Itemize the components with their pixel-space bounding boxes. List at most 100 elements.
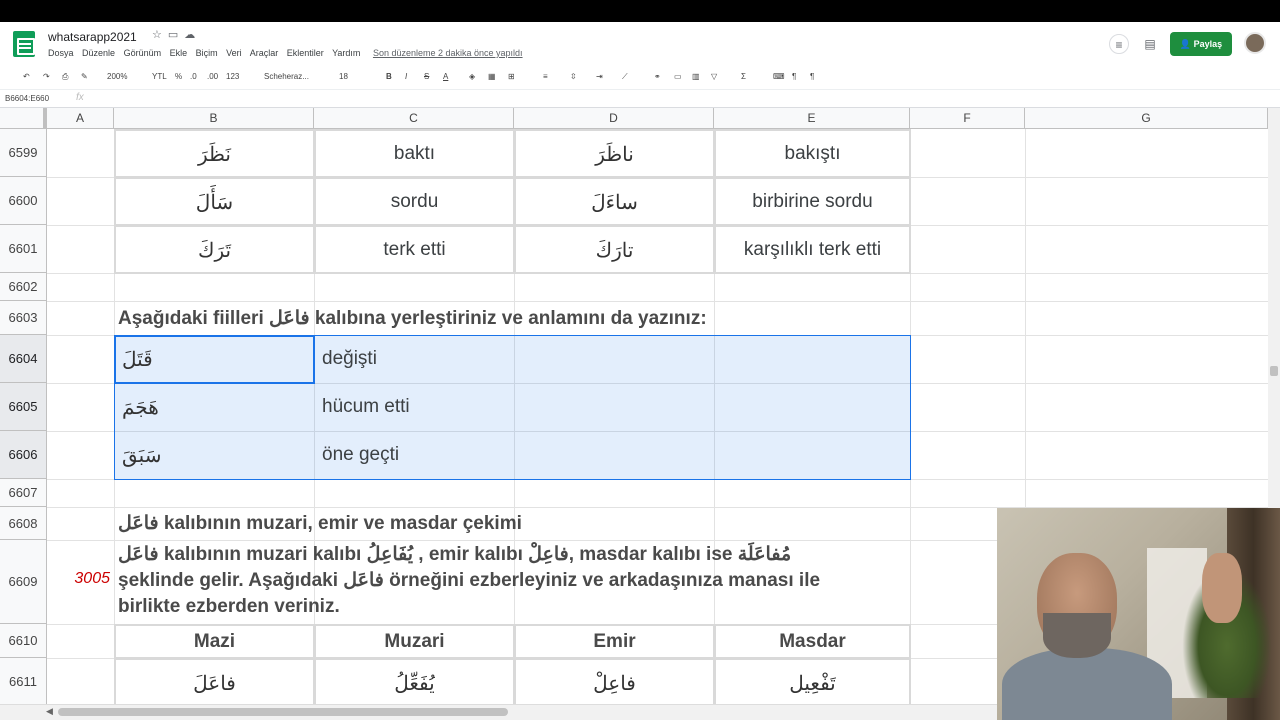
paragraph-6609[interactable]: فاعَل kalıbının muzari kalıbı يُفَاعِلُ …: [118, 542, 908, 620]
column-header-e[interactable]: E: [714, 108, 910, 129]
print-icon[interactable]: ⎙: [62, 72, 68, 82]
column-header-c[interactable]: C: [314, 108, 514, 129]
star-icon[interactable]: ☆: [152, 29, 168, 41]
vertical-align-icon[interactable]: ⇳: [570, 72, 577, 81]
row-header-6609[interactable]: 6609: [0, 540, 47, 624]
percent-format-button[interactable]: %: [175, 72, 182, 81]
filter-icon[interactable]: ▽: [711, 72, 717, 81]
strikethrough-icon[interactable]: S: [424, 72, 429, 81]
column-header-f[interactable]: F: [910, 108, 1025, 129]
menu-file[interactable]: Dosya: [48, 48, 74, 58]
zoom-select[interactable]: 200%: [107, 72, 127, 81]
sheets-logo-icon[interactable]: [13, 31, 35, 57]
italic-icon[interactable]: I: [405, 72, 407, 81]
cell-c6605[interactable]: hücum etti: [316, 383, 512, 431]
cell-e6600[interactable]: birbirine sordu: [714, 177, 911, 226]
table2-header-emir[interactable]: Emir: [514, 624, 715, 659]
row-header-6604[interactable]: 6604: [0, 335, 47, 383]
horizontal-scroll-thumb[interactable]: [58, 708, 508, 716]
row-header-6603[interactable]: 6603: [0, 301, 47, 335]
currency-format-button[interactable]: YTL: [152, 72, 167, 81]
activity-dashboard-icon[interactable]: ≡: [1109, 34, 1129, 54]
insert-comment-icon[interactable]: ▭: [674, 72, 682, 81]
undo-icon[interactable]: ↶: [23, 72, 30, 81]
name-box[interactable]: B6604:E660: [5, 94, 49, 103]
input-tools-icon[interactable]: ⌨: [773, 72, 785, 81]
cell-b6611[interactable]: فاعَلَ: [114, 658, 315, 704]
paint-format-icon[interactable]: ✎: [81, 72, 88, 81]
cell-b6606[interactable]: سَبَقَ: [116, 431, 312, 479]
row-header-6607[interactable]: 6607: [0, 479, 47, 507]
fill-color-icon[interactable]: ◈: [469, 72, 475, 81]
last-edit-link[interactable]: Son düzenleme 2 dakika önce yapıldı: [373, 48, 523, 58]
menu-data[interactable]: Veri: [226, 48, 242, 58]
instruction-6603[interactable]: Aşağıdaki fiilleri فاعَل kalıbına yerleş…: [118, 301, 707, 335]
text-wrap-icon[interactable]: ⇥: [596, 72, 603, 81]
comments-icon[interactable]: ▤: [1140, 34, 1160, 54]
menu-addons[interactable]: Eklentiler: [287, 48, 324, 58]
insert-link-icon[interactable]: ⚭: [654, 72, 661, 81]
menu-view[interactable]: Görünüm: [124, 48, 162, 58]
menu-tools[interactable]: Araçlar: [250, 48, 279, 58]
row-header-6599[interactable]: 6599: [0, 129, 47, 177]
bold-icon[interactable]: B: [386, 72, 392, 81]
merge-cells-icon[interactable]: ⊞: [508, 72, 515, 81]
cell-e6601[interactable]: karşılıklı terk etti: [714, 225, 911, 274]
row-header-6605[interactable]: 6605: [0, 383, 47, 431]
cell-b6600[interactable]: سَأَلَ: [114, 177, 315, 226]
cell-b6601[interactable]: تَرَكَ: [114, 225, 315, 274]
row-header-6600[interactable]: 6600: [0, 177, 47, 225]
column-header-a[interactable]: A: [47, 108, 114, 129]
horizontal-align-icon[interactable]: ≡: [543, 72, 548, 81]
row-header-6602[interactable]: 6602: [0, 273, 47, 301]
text-color-icon[interactable]: A: [443, 72, 448, 81]
row-header-6601[interactable]: 6601: [0, 225, 47, 273]
cell-c6599[interactable]: baktı: [314, 129, 515, 178]
font-size-select[interactable]: 18: [339, 72, 348, 81]
row-header-6608[interactable]: 6608: [0, 507, 47, 540]
ltr-icon[interactable]: ¶: [810, 72, 814, 81]
cell-b6599[interactable]: نَظَرَ: [114, 129, 315, 178]
column-header-d[interactable]: D: [514, 108, 714, 129]
document-title[interactable]: whatsarapp2021: [48, 30, 137, 44]
increase-decimal-button[interactable]: .00: [207, 72, 218, 81]
decrease-decimal-button[interactable]: .0: [190, 72, 197, 81]
row-header-6606[interactable]: 6606: [0, 431, 47, 479]
borders-icon[interactable]: ▦: [488, 72, 496, 81]
vertical-scroll-thumb[interactable]: [1270, 366, 1278, 376]
font-family-select[interactable]: Scheheraz...: [264, 72, 309, 81]
scroll-left-icon[interactable]: ◀: [46, 706, 53, 717]
menu-insert[interactable]: Ekle: [170, 48, 188, 58]
table2-header-muzari[interactable]: Muzari: [314, 624, 515, 659]
cell-c6601[interactable]: terk etti: [314, 225, 515, 274]
cell-b6605[interactable]: هَجَمَ: [116, 383, 312, 431]
share-button[interactable]: 👤 Paylaş: [1170, 32, 1232, 56]
table2-header-mazi[interactable]: Mazi: [114, 624, 315, 659]
avatar[interactable]: [1244, 32, 1266, 54]
cell-e6611[interactable]: تَفْعِيل: [714, 658, 911, 704]
row-header-6610[interactable]: 6610: [0, 624, 47, 658]
redo-icon[interactable]: ↷: [43, 72, 50, 81]
heading-6608[interactable]: فاعَل kalıbının muzari, emir ve masdar ç…: [118, 507, 522, 540]
move-folder-icon[interactable]: ▭: [168, 29, 184, 41]
column-header-b[interactable]: B: [114, 108, 314, 129]
menu-help[interactable]: Yardım: [332, 48, 360, 58]
table2-header-masdar[interactable]: Masdar: [714, 624, 911, 659]
text-rotation-icon[interactable]: ⟋: [622, 72, 628, 82]
cell-a6609[interactable]: 3005: [50, 570, 110, 588]
menu-format[interactable]: Biçim: [196, 48, 218, 58]
select-all-corner[interactable]: [0, 108, 47, 129]
cloud-status-icon[interactable]: ☁: [184, 29, 201, 41]
cell-d6599[interactable]: ناظَرَ: [514, 129, 715, 178]
cell-d6600[interactable]: ساءَلَ: [514, 177, 715, 226]
menu-edit[interactable]: Düzenle: [82, 48, 115, 58]
cell-c6606[interactable]: öne geçti: [316, 431, 512, 479]
cell-c6611[interactable]: يُفَعِّلُ: [314, 658, 515, 704]
insert-chart-icon[interactable]: ▥: [692, 72, 700, 81]
rtl-icon[interactable]: ¶: [792, 72, 796, 81]
cell-c6600[interactable]: sordu: [314, 177, 515, 226]
functions-icon[interactable]: Σ: [741, 72, 746, 81]
more-formats-button[interactable]: 123: [226, 72, 239, 81]
cell-d6601[interactable]: تارَكَ: [514, 225, 715, 274]
cell-d6611[interactable]: فاعِلْ: [514, 658, 715, 704]
